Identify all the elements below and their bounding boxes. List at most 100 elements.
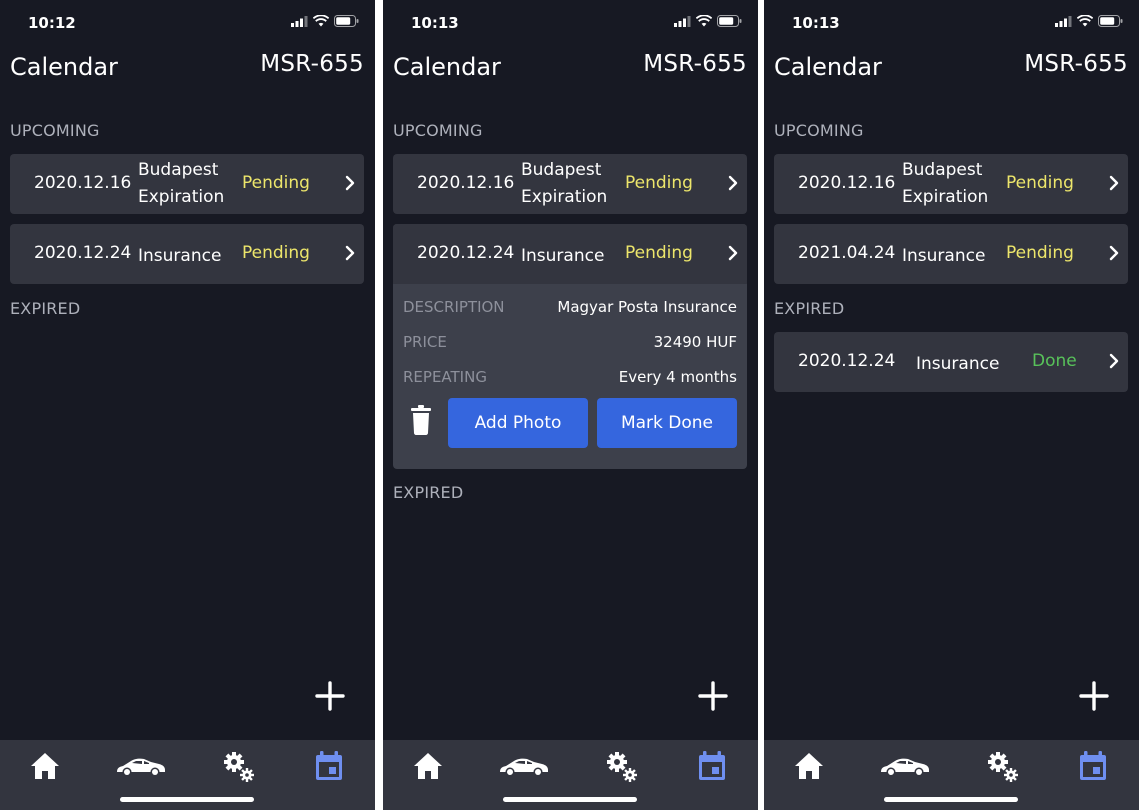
trash-icon[interactable]: [410, 405, 432, 435]
item-date: 2020.12.16: [34, 173, 132, 193]
item-date: 2020.12.24: [798, 351, 896, 371]
battery-icon: [1098, 15, 1123, 27]
calendar-item-insurance-expanded: 2020.12.24 Insurance Pending DESCRIPTION…: [393, 224, 747, 469]
vehicle-plate: MSR-655: [1024, 51, 1128, 77]
chevron-right-icon[interactable]: [1108, 175, 1120, 191]
item-title-line2: Expiration: [521, 187, 608, 207]
item-header[interactable]: 2020.12.24 Insurance Pending: [393, 224, 747, 284]
mark-done-button[interactable]: Mark Done: [597, 398, 737, 448]
upcoming-section-label: UPCOMING: [774, 121, 864, 140]
item-title-line1: Budapest: [138, 160, 219, 180]
vehicle-plate: MSR-655: [260, 51, 364, 77]
signal-icon: [1055, 15, 1072, 27]
signal-icon: [674, 15, 691, 27]
item-title: Insurance: [916, 354, 1000, 374]
page-title: Calendar: [774, 53, 882, 81]
upcoming-section-label: UPCOMING: [10, 121, 100, 140]
chevron-right-icon[interactable]: [344, 245, 356, 261]
price-value: 32490 HUF: [653, 333, 737, 351]
status-icons: [674, 15, 742, 27]
item-title: Budapest Expiration: [521, 157, 607, 211]
status-time: 10:12: [28, 14, 76, 32]
item-title: Insurance: [138, 246, 222, 266]
expired-section-label: EXPIRED: [774, 299, 845, 318]
car-icon[interactable]: [879, 756, 931, 778]
battery-icon: [717, 15, 742, 27]
home-indicator: [884, 797, 1018, 802]
status-pending: Pending: [625, 173, 693, 193]
expired-section-label: EXPIRED: [393, 483, 464, 502]
calendar-item-budapest-expiration[interactable]: 2020.12.16 Budapest Expiration Pending: [774, 154, 1128, 214]
status-pending: Pending: [242, 243, 310, 263]
status-done: Done: [1032, 351, 1077, 371]
repeating-row: REPEATING Every 4 months: [403, 368, 737, 390]
battery-icon: [334, 15, 359, 27]
vehicle-plate: MSR-655: [643, 51, 747, 77]
item-date: 2020.12.16: [798, 173, 896, 193]
calendar-item-insurance[interactable]: 2020.12.24 Insurance Pending: [393, 224, 747, 284]
signal-icon: [291, 15, 308, 27]
item-date: 2020.12.16: [417, 173, 515, 193]
home-icon[interactable]: [30, 752, 60, 780]
calendar-item-insurance[interactable]: 2021.04.24 Insurance Pending: [774, 224, 1128, 284]
status-time: 10:13: [792, 14, 840, 32]
calendar-icon[interactable]: [698, 751, 726, 781]
price-label: PRICE: [403, 333, 447, 351]
item-date: 2020.12.24: [34, 243, 132, 263]
item-title-line1: Budapest: [521, 160, 602, 180]
item-title-line2: Expiration: [138, 187, 225, 207]
page-title: Calendar: [10, 53, 118, 81]
chevron-right-icon[interactable]: [1108, 245, 1120, 261]
repeating-label: REPEATING: [403, 368, 487, 386]
expired-section-label: EXPIRED: [10, 299, 81, 318]
settings-gears-icon[interactable]: [605, 750, 639, 784]
home-indicator: [503, 797, 637, 802]
item-title-line2: Expiration: [902, 187, 989, 207]
wifi-icon: [696, 15, 712, 27]
upcoming-section-label: UPCOMING: [393, 121, 483, 140]
tab-bar: [0, 740, 375, 810]
chevron-right-icon[interactable]: [727, 175, 739, 191]
status-pending: Pending: [625, 243, 693, 263]
chevron-right-icon[interactable]: [727, 245, 739, 261]
status-time: 10:13: [411, 14, 459, 32]
car-icon[interactable]: [115, 756, 167, 778]
item-title-line1: Budapest: [902, 160, 983, 180]
settings-gears-icon[interactable]: [986, 750, 1020, 784]
calendar-item-budapest-expiration[interactable]: 2020.12.16 Budapest Expiration Pending: [393, 154, 747, 214]
description-label: DESCRIPTION: [403, 298, 505, 316]
calendar-item-budapest-expiration[interactable]: 2020.12.16 Budapest Expiration Pending: [10, 154, 364, 214]
plus-icon[interactable]: [315, 681, 345, 711]
add-photo-button[interactable]: Add Photo: [448, 398, 588, 448]
item-title: Budapest Expiration: [138, 157, 224, 211]
calendar-icon[interactable]: [315, 751, 343, 781]
calendar-screen-3: 10:13 Calendar MSR-655 UPCOMING 2020.12.…: [764, 0, 1139, 810]
wifi-icon: [1077, 15, 1093, 27]
chevron-right-icon[interactable]: [344, 175, 356, 191]
item-date: 2020.12.24: [417, 243, 515, 263]
status-icons: [1055, 15, 1123, 27]
status-icons: [291, 15, 359, 27]
status-pending: Pending: [242, 173, 310, 193]
calendar-icon[interactable]: [1079, 751, 1107, 781]
home-icon[interactable]: [794, 752, 824, 780]
tab-bar: [764, 740, 1139, 810]
calendar-item-insurance[interactable]: 2020.12.24 Insurance Pending: [10, 224, 364, 284]
item-title: Insurance: [902, 246, 986, 266]
description-value: Magyar Posta Insurance: [557, 298, 737, 316]
calendar-item-insurance-expired[interactable]: 2020.12.24 Insurance Done: [774, 332, 1128, 392]
item-title: Budapest Expiration: [902, 157, 988, 211]
price-row: PRICE 32490 HUF: [403, 333, 737, 355]
settings-gears-icon[interactable]: [222, 750, 256, 784]
description-row: DESCRIPTION Magyar Posta Insurance: [403, 298, 737, 320]
home-icon[interactable]: [413, 752, 443, 780]
calendar-screen-1: 10:12 Calendar MSR-655 UPCOMING 2020.12.…: [0, 0, 375, 810]
plus-icon[interactable]: [1079, 681, 1109, 711]
status-pending: Pending: [1006, 173, 1074, 193]
plus-icon[interactable]: [698, 681, 728, 711]
car-icon[interactable]: [498, 756, 550, 778]
item-date: 2021.04.24: [798, 243, 896, 263]
repeating-value: Every 4 months: [618, 368, 737, 386]
chevron-right-icon[interactable]: [1108, 353, 1120, 369]
wifi-icon: [313, 15, 329, 27]
